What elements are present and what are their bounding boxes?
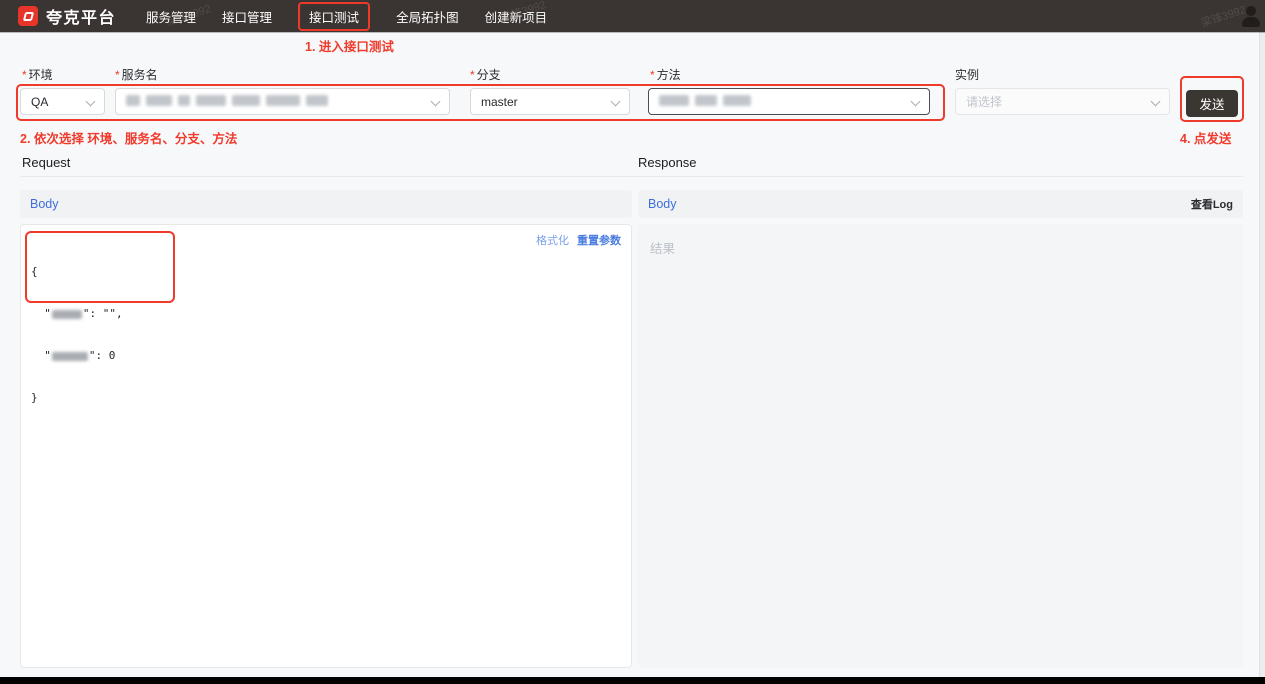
request-body-editor[interactable]: 格式化 重置参数 { "": "", "": 0 } <box>20 224 632 668</box>
response-tab-body[interactable]: Body <box>648 197 677 211</box>
required-asterisk: * <box>115 68 120 82</box>
env-select[interactable]: QA <box>20 88 105 115</box>
json-line: { <box>31 265 123 279</box>
nav-item-global-topology[interactable]: 全局拓扑图 <box>396 7 459 26</box>
top-navbar: 夸克平台 服务管理 接口管理 接口测试 全局拓扑图 创建新项目 梁锋3992 梁… <box>0 0 1265 32</box>
nav-item-interface-test[interactable]: 接口测试 <box>298 2 370 31</box>
annotation-step2: 2. 依次选择 环境、服务名、分支、方法 <box>20 128 237 147</box>
response-result-panel: 结果 <box>638 224 1243 668</box>
instance-select[interactable]: 请选择 <box>955 88 1170 115</box>
branch-select[interactable]: master <box>470 88 630 115</box>
chevron-down-icon <box>911 97 921 107</box>
json-line: "": "", <box>31 307 123 321</box>
request-tabbar: Body <box>20 190 632 218</box>
required-asterisk: * <box>470 68 475 82</box>
response-tabbar: Body 查看Log <box>638 190 1243 218</box>
json-key-redacted <box>51 307 83 320</box>
reset-params-link[interactable]: 重置参数 <box>577 232 621 248</box>
json-key-redacted <box>51 349 89 362</box>
scrollbar-gutter[interactable] <box>1259 32 1265 677</box>
chevron-down-icon <box>86 97 96 107</box>
section-divider <box>20 176 1243 177</box>
instance-label: 实例 <box>955 66 979 83</box>
brand-title: 夸克平台 <box>46 4 116 28</box>
request-json-content: { "": "", "": 0 } <box>31 237 123 433</box>
env-select-value: QA <box>31 95 48 109</box>
user-avatar[interactable] <box>1240 5 1262 27</box>
request-section-title: Request <box>22 155 70 170</box>
view-log-link[interactable]: 查看Log <box>1191 196 1233 212</box>
send-button[interactable]: 发送 <box>1186 90 1238 117</box>
interface-test-page: 夸克平台 服务管理 接口管理 接口测试 全局拓扑图 创建新项目 梁锋3992 梁… <box>0 0 1265 684</box>
screen-bottom-bar <box>0 677 1265 684</box>
quark-logo-icon <box>22 12 33 21</box>
method-select[interactable] <box>648 88 930 115</box>
service-select[interactable] <box>115 88 450 115</box>
annotation-step4: 4. 点发送 <box>1180 128 1231 147</box>
json-line: "": 0 <box>31 349 123 363</box>
request-tab-body[interactable]: Body <box>30 197 59 211</box>
format-link[interactable]: 格式化 <box>536 232 569 248</box>
chevron-down-icon <box>611 97 621 107</box>
chevron-down-icon <box>431 97 441 107</box>
chevron-down-icon <box>1151 97 1161 107</box>
instance-select-placeholder: 请选择 <box>966 93 1002 110</box>
required-asterisk: * <box>22 68 27 82</box>
method-label: *方法 <box>650 66 681 83</box>
nav-item-service-management[interactable]: 服务管理 <box>146 7 196 26</box>
nav-item-create-project[interactable]: 创建新项目 <box>485 7 548 26</box>
required-asterisk: * <box>650 68 655 82</box>
service-label: *服务名 <box>115 66 158 83</box>
brand-logo[interactable] <box>18 6 38 26</box>
response-section-title: Response <box>638 155 697 170</box>
annotation-step1: 1. 进入接口测试 <box>305 36 394 55</box>
branch-select-value: master <box>481 95 518 109</box>
service-select-value-redacted <box>126 95 334 109</box>
nav-item-interface-management[interactable]: 接口管理 <box>222 7 272 26</box>
branch-label: *分支 <box>470 66 501 83</box>
request-editor-tools: 格式化 重置参数 <box>536 232 621 248</box>
method-select-value-redacted <box>659 95 757 109</box>
nav-menu: 服务管理 接口管理 接口测试 全局拓扑图 创建新项目 <box>146 2 547 31</box>
result-placeholder: 结果 <box>650 238 675 257</box>
json-line: } <box>31 391 123 405</box>
env-label: *环境 <box>22 66 53 83</box>
